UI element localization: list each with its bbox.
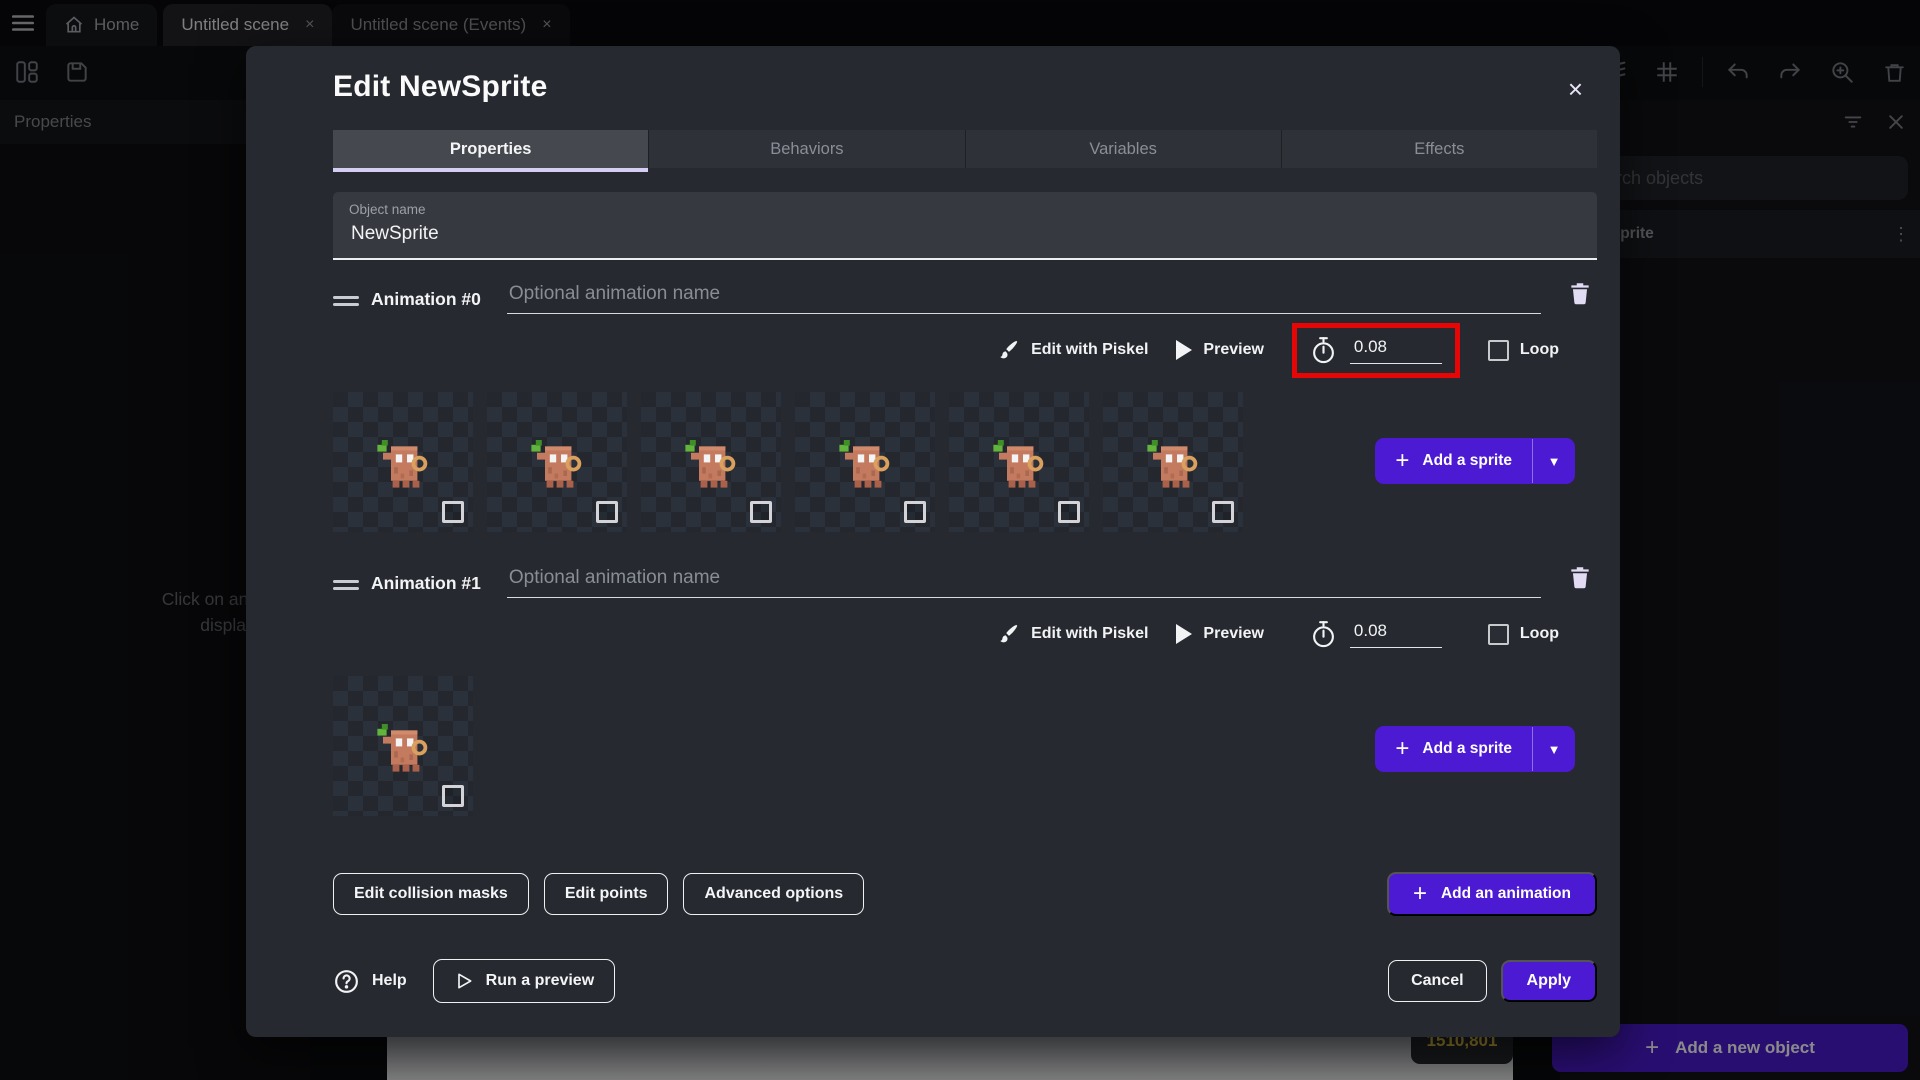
pig-sprite-image	[987, 428, 1051, 492]
sprite-frame-thumbnail[interactable]	[1103, 392, 1243, 532]
edit-with-piskel-button[interactable]: Edit with Piskel	[998, 339, 1148, 361]
time-between-frames-input[interactable]	[1349, 620, 1442, 648]
dropdown-caret-icon[interactable]: ▼	[1533, 726, 1575, 772]
delete-animation-icon[interactable]	[1567, 563, 1597, 596]
dropdown-caret-icon[interactable]: ▼	[1533, 438, 1575, 484]
pig-sprite-image	[371, 428, 435, 492]
animation-0-header: Animation #0	[333, 282, 1597, 314]
sprite-frame-thumbnail[interactable]	[795, 392, 935, 532]
drag-handle-icon[interactable]	[333, 575, 359, 595]
animation-title: Animation #1	[371, 573, 481, 593]
animation-1-controls: Edit with Piskel Preview Loop	[333, 602, 1597, 666]
play-icon	[1176, 624, 1193, 644]
edit-with-piskel-button[interactable]: Edit with Piskel	[998, 623, 1148, 645]
object-name-field[interactable]: Object name	[333, 192, 1597, 260]
cancel-button[interactable]: Cancel	[1388, 960, 1487, 1002]
frame-select-checkbox[interactable]	[750, 501, 772, 523]
pig-sprite-image	[1141, 428, 1205, 492]
play-outline-icon	[457, 973, 472, 989]
pig-sprite-image	[679, 428, 743, 492]
plus-icon: +	[1395, 735, 1410, 762]
close-dialog-icon[interactable]: ×	[1568, 76, 1583, 102]
pig-sprite-image	[833, 428, 897, 492]
edit-collision-masks-button[interactable]: Edit collision masks	[333, 873, 529, 915]
animation-name-input[interactable]	[506, 283, 1541, 314]
help-icon	[335, 969, 358, 993]
sprite-frame-thumbnail[interactable]	[949, 392, 1089, 532]
preview-button[interactable]: Preview	[1176, 624, 1264, 644]
play-icon	[1176, 340, 1193, 360]
loop-toggle[interactable]: Loop	[1487, 339, 1559, 361]
loop-checkbox[interactable]	[1487, 623, 1509, 645]
frame-select-checkbox[interactable]	[442, 501, 464, 523]
tab-effects[interactable]: Effects	[1282, 130, 1597, 168]
sprite-frame-thumbnail[interactable]	[333, 392, 473, 532]
animation-name-input[interactable]	[506, 567, 1541, 598]
apply-button[interactable]: Apply	[1500, 960, 1597, 1002]
frame-select-checkbox[interactable]	[904, 501, 926, 523]
help-button[interactable]: Help	[333, 968, 407, 995]
object-name-field-label: Object name	[349, 202, 426, 217]
dialog-tab-bar: Properties Behaviors Variables Effects	[333, 130, 1597, 172]
advanced-options-button[interactable]: Advanced options	[683, 873, 865, 915]
plus-icon: +	[1395, 447, 1410, 474]
frame-select-checkbox[interactable]	[442, 785, 464, 807]
sprite-frame-thumbnail[interactable]	[333, 676, 473, 816]
animation-0-controls: Edit with Piskel Preview Loop	[333, 318, 1597, 382]
run-a-preview-button[interactable]: Run a preview	[432, 959, 616, 1003]
add-a-sprite-button[interactable]: + Add a sprite ▼	[1375, 438, 1575, 484]
edit-points-button[interactable]: Edit points	[543, 873, 669, 915]
add-a-sprite-button[interactable]: + Add a sprite ▼	[1375, 726, 1575, 772]
preview-button[interactable]: Preview	[1176, 340, 1264, 360]
frame-select-checkbox[interactable]	[596, 501, 618, 523]
tab-properties[interactable]: Properties	[333, 130, 650, 172]
stopwatch-icon	[1312, 336, 1334, 363]
edit-sprite-dialog: Edit NewSprite × Properties Behaviors Va…	[246, 46, 1620, 1037]
animation-1-header: Animation #1	[333, 566, 1597, 598]
animation-title: Animation #0	[371, 289, 481, 309]
object-name-input[interactable]	[349, 222, 1581, 246]
tab-behaviors[interactable]: Behaviors	[649, 130, 966, 168]
loop-toggle[interactable]: Loop	[1487, 623, 1559, 645]
add-an-animation-button[interactable]: + Add an animation	[1386, 872, 1597, 916]
time-between-frames-field[interactable]	[1292, 607, 1460, 662]
drag-handle-icon[interactable]	[333, 291, 359, 311]
delete-animation-icon[interactable]	[1567, 279, 1597, 312]
app-window: Home Untitled scene × Untitled scene (Ev…	[0, 0, 1920, 1080]
animation-0-frames: + Add a sprite ▼	[333, 392, 1597, 532]
animation-1-frames: + Add a sprite ▼	[333, 676, 1597, 816]
brush-icon	[1000, 624, 1018, 643]
frame-select-checkbox[interactable]	[1058, 501, 1080, 523]
stopwatch-icon	[1312, 620, 1334, 647]
sprite-frame-thumbnail[interactable]	[641, 392, 781, 532]
pig-sprite-image	[525, 428, 589, 492]
frame-select-checkbox[interactable]	[1212, 501, 1234, 523]
time-between-frames-input[interactable]	[1349, 336, 1442, 364]
pig-sprite-image	[371, 712, 435, 776]
sprite-frame-thumbnail[interactable]	[487, 392, 627, 532]
plus-icon: +	[1412, 880, 1427, 907]
brush-icon	[1000, 340, 1018, 359]
tab-variables[interactable]: Variables	[966, 130, 1282, 168]
loop-checkbox[interactable]	[1487, 339, 1509, 361]
dialog-title: Edit NewSprite	[333, 70, 548, 103]
time-between-frames-field-highlighted[interactable]	[1291, 322, 1460, 378]
